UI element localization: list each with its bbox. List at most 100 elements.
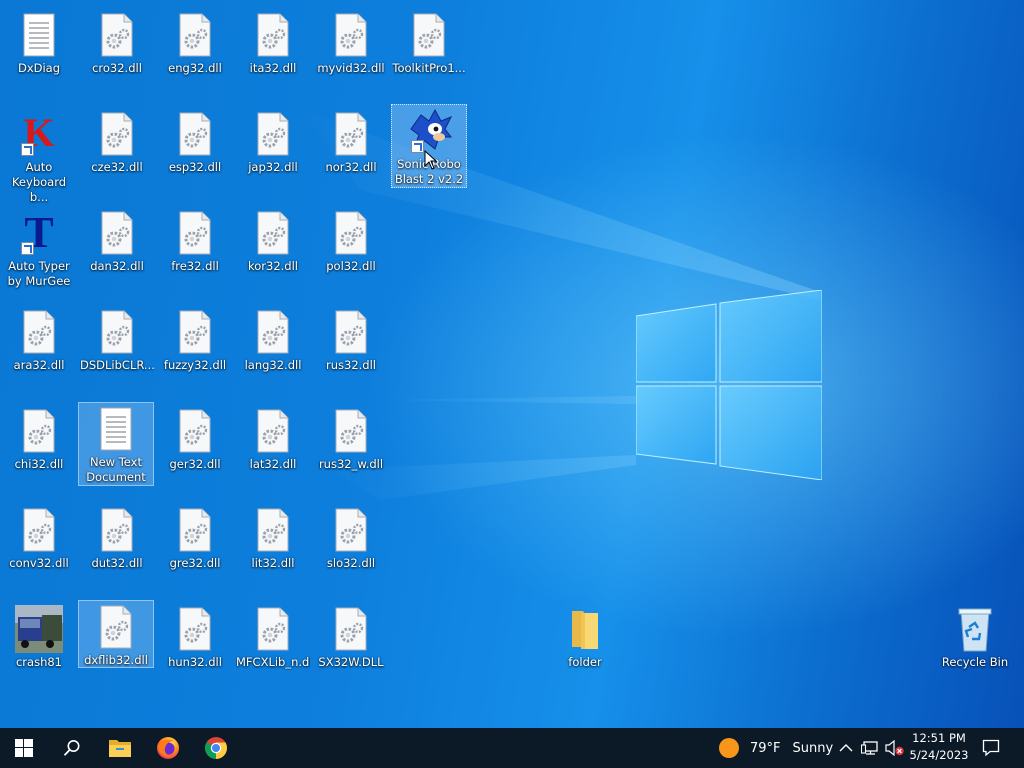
search-button[interactable] xyxy=(48,728,96,768)
desktop-icon-dll[interactable]: fuzzy32.dll xyxy=(157,305,233,374)
desktop-icon-dll[interactable]: eng32.dll xyxy=(157,8,233,77)
desktop-icon-dll[interactable]: MFCXLib_n.dll xyxy=(235,602,311,671)
desktop-icon-dll[interactable]: lat32.dll xyxy=(235,404,311,473)
desktop-icon-dll[interactable]: nor32.dll xyxy=(313,107,389,176)
search-icon xyxy=(63,740,80,756)
icon-label: ger32.dll xyxy=(169,457,221,471)
taskbar-chrome[interactable] xyxy=(192,728,240,768)
desktop-icon-folder[interactable]: folder xyxy=(547,602,623,671)
firefox-icon xyxy=(157,737,179,759)
icon-label: ita32.dll xyxy=(249,61,297,75)
settings-file-icon xyxy=(249,407,297,455)
desktop-icon-dll[interactable]: rus32.dll xyxy=(313,305,389,374)
sun-icon xyxy=(719,738,739,758)
settings-file-icon xyxy=(15,308,63,356)
desktop-icon-dll[interactable]: lit32.dll xyxy=(235,503,311,572)
desktop-icon-recycle-bin[interactable]: Recycle Bin xyxy=(937,602,1013,671)
notification-icon xyxy=(982,739,1000,757)
icon-label: cro32.dll xyxy=(92,61,142,75)
taskbar-firefox[interactable] xyxy=(144,728,192,768)
settings-file-icon xyxy=(15,407,63,455)
desktop-icon-dll[interactable]: ara32.dll xyxy=(1,305,77,374)
shortcut-arrow-icon xyxy=(411,140,424,153)
desktop-icon-auto-keyboard[interactable]: K Auto Keyboard b... xyxy=(1,107,77,206)
text-document-icon xyxy=(92,405,140,453)
desktop-icon-dll[interactable]: cro32.dll xyxy=(79,8,155,77)
taskbar-file-explorer[interactable] xyxy=(96,728,144,768)
icon-label: Auto Typer by MurGee xyxy=(7,259,71,288)
desktop-icon-new-text-document[interactable]: New Text Document xyxy=(78,402,154,486)
desktop-icon-dll[interactable]: pol32.dll xyxy=(313,206,389,275)
icon-label: lang32.dll xyxy=(244,358,302,372)
icon-label: dan32.dll xyxy=(90,259,144,273)
volume-tray-button[interactable] xyxy=(885,728,905,768)
icon-label: pol32.dll xyxy=(326,259,376,273)
icon-label: folder xyxy=(568,655,602,669)
desktop-icon-dll[interactable]: cze32.dll xyxy=(79,107,155,176)
desktop-icon-dll[interactable]: fre32.dll xyxy=(157,206,233,275)
start-button[interactable] xyxy=(0,728,48,768)
weather-widget[interactable]: 79°F Sunny xyxy=(718,728,833,768)
desktop-icon-dll[interactable]: chi32.dll xyxy=(1,404,77,473)
desktop[interactable]: DxDiag cro32.dll eng32.dll ita32.dll myv… xyxy=(0,0,1024,728)
text-document-icon xyxy=(15,11,63,59)
sonic-icon xyxy=(405,107,453,155)
icon-label: Recycle Bin xyxy=(941,655,1009,669)
desktop-icon-dll[interactable]: slo32.dll xyxy=(313,503,389,572)
desktop-icon-auto-typer[interactable]: T Auto Typer by MurGee xyxy=(1,206,77,290)
truck-image-icon xyxy=(15,605,63,653)
desktop-icon-crash81[interactable]: crash81 xyxy=(1,602,77,671)
recycle-bin-icon xyxy=(951,605,999,653)
icon-label: Sonic Robo Blast 2 v2.2 xyxy=(394,157,464,186)
desktop-icon-dll[interactable]: ita32.dll xyxy=(235,8,311,77)
settings-file-icon xyxy=(93,11,141,59)
desktop-icon-dll[interactable]: myvid32.dll xyxy=(313,8,389,77)
taskbar-clock[interactable]: 12:51 PM 5/24/2023 xyxy=(906,730,972,764)
settings-file-icon xyxy=(249,308,297,356)
desktop-icon-dll[interactable]: conv32.dll xyxy=(1,503,77,572)
icon-label: New Text Document xyxy=(86,455,146,484)
desktop-icon-dll[interactable]: DSDLibCLR.... xyxy=(79,305,155,374)
icon-label: rus32_w.dll xyxy=(318,457,384,471)
icon-label: lat32.dll xyxy=(249,457,297,471)
k-app-icon: K xyxy=(15,110,63,158)
icon-label: dut32.dll xyxy=(91,556,143,570)
settings-file-icon xyxy=(327,308,375,356)
settings-file-icon xyxy=(249,110,297,158)
desktop-icon-dll[interactable]: dxflib32.dll xyxy=(78,600,154,668)
settings-file-icon xyxy=(171,209,219,257)
desktop-icon-dll[interactable]: gre32.dll xyxy=(157,503,233,572)
icon-label: dxflib32.dll xyxy=(84,653,148,667)
icon-label: kor32.dll xyxy=(248,259,298,273)
desktop-icon-dll[interactable]: dan32.dll xyxy=(79,206,155,275)
desktop-icon-dll[interactable]: ger32.dll xyxy=(157,404,233,473)
desktop-icon-dll[interactable]: rus32_w.dll xyxy=(313,404,389,473)
notifications-button[interactable] xyxy=(982,728,1000,768)
icon-label: lit32.dll xyxy=(251,556,295,570)
settings-file-icon xyxy=(327,209,375,257)
desktop-icon-dll[interactable]: hun32.dll xyxy=(157,602,233,671)
icon-label: MFCXLib_n.dll xyxy=(236,655,310,669)
desktop-icon-dll[interactable]: dut32.dll xyxy=(79,503,155,572)
desktop-icon-dll[interactable]: lang32.dll xyxy=(235,305,311,374)
desktop-icon-sonic-robo-blast[interactable]: Sonic Robo Blast 2 v2.2 xyxy=(391,104,467,188)
show-hidden-icons-button[interactable] xyxy=(838,728,854,768)
desktop-icon-dll[interactable]: jap32.dll xyxy=(235,107,311,176)
settings-file-icon xyxy=(171,110,219,158)
weather-temperature: 79°F xyxy=(750,740,781,756)
icon-label: DxDiag xyxy=(17,61,61,75)
settings-file-icon xyxy=(249,506,297,554)
settings-file-icon xyxy=(405,11,453,59)
icon-label: gre32.dll xyxy=(169,556,221,570)
clock-time: 12:51 PM xyxy=(912,731,966,745)
desktop-icon-dll[interactable]: ToolkitPro1... xyxy=(391,8,467,77)
desktop-icon-dll[interactable]: SX32W.DLL xyxy=(313,602,389,671)
network-tray-button[interactable] xyxy=(861,728,879,768)
settings-file-icon xyxy=(171,605,219,653)
icon-label: crash81 xyxy=(15,655,62,669)
settings-file-icon xyxy=(93,110,141,158)
settings-file-icon xyxy=(327,110,375,158)
desktop-icon-dll[interactable]: esp32.dll xyxy=(157,107,233,176)
desktop-icon-dxdiag[interactable]: DxDiag xyxy=(1,8,77,77)
desktop-icon-dll[interactable]: kor32.dll xyxy=(235,206,311,275)
